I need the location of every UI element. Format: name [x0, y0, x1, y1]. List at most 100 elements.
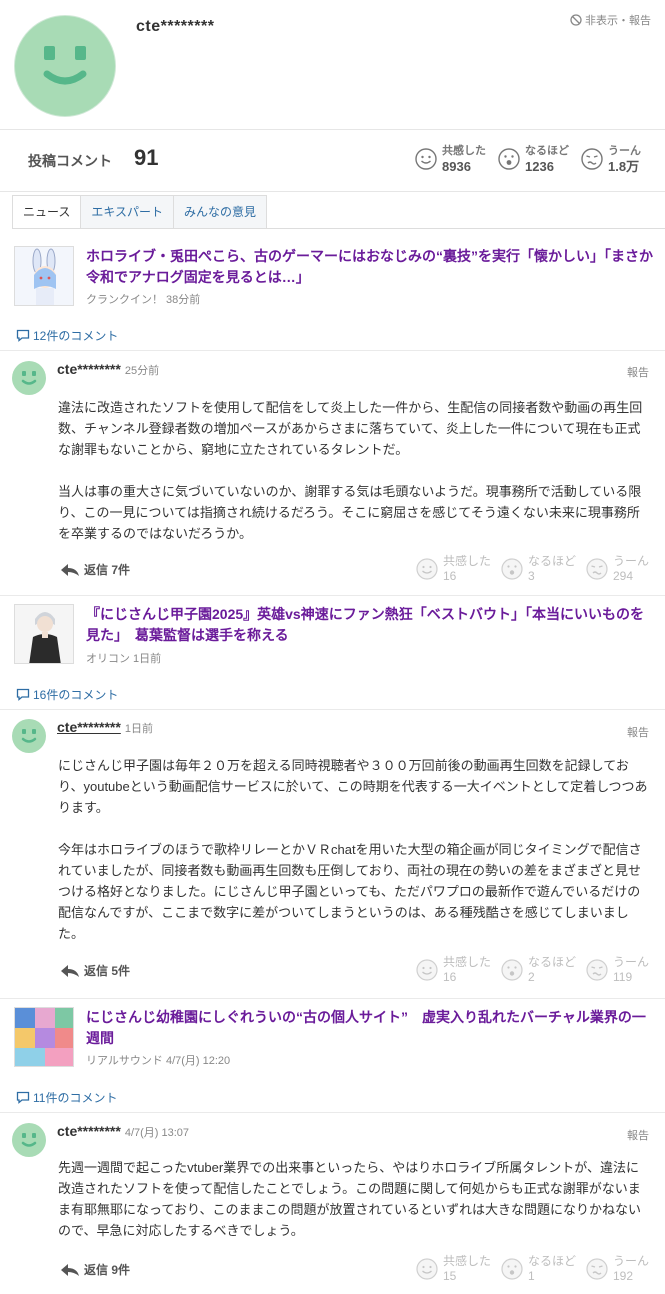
naruhodo-count: 2 — [527, 970, 535, 984]
speech-bubble-icon — [16, 1091, 30, 1104]
smile-face-icon — [416, 1258, 438, 1280]
article-thumbnail[interactable] — [14, 246, 74, 306]
uun-count: 119 — [612, 970, 633, 984]
comment-time: 4/7(月) 13:07 — [124, 1127, 190, 1139]
empathy-label: 共感した — [442, 1254, 491, 1268]
empathy-count: 15 — [442, 1269, 457, 1283]
reply-button[interactable]: 返信 5件 — [60, 962, 130, 979]
username[interactable]: cte******** — [136, 18, 214, 36]
hide-report-link[interactable]: 非表示・報告 — [570, 12, 651, 28]
article-item[interactable]: ホロライブ・兎田ぺこら、古のゲーマーにはおなじみの“裏技”を実行「懐かしい」「ま… — [14, 246, 654, 308]
avatar[interactable] — [12, 1123, 46, 1157]
smile-face-icon — [416, 558, 438, 580]
post-count: 91 — [134, 145, 159, 170]
naruhodo-count: 1236 — [525, 159, 554, 174]
reply-arrow-icon — [61, 964, 79, 977]
smiley-avatar-icon — [21, 1133, 37, 1147]
comment-item: cte******** 4/7(月) 13:07 報告 先週一週間で起こったvtu… — [0, 1120, 665, 1290]
divider — [0, 998, 665, 999]
comment-username-text[interactable]: cte******** — [57, 719, 121, 735]
comment-item: cte******** 1日前 報告 にじさんじ甲子園は毎年２０万を超える同時視聴… — [0, 716, 665, 996]
comment-reactions: 共感した 16 なるほど 3 うーん 294 — [416, 554, 649, 584]
avatar[interactable] — [12, 361, 46, 395]
article-item[interactable]: 『にじさんじ甲子園2025』英雄vs神速にファン熱狂「ベストバウト」「本当にいい… — [14, 604, 654, 666]
comments-link-label: 16件のコメント — [33, 688, 119, 702]
uun-count: 192 — [612, 1269, 634, 1283]
tabs-divider — [12, 228, 665, 229]
empathy-label: 共感した — [442, 145, 486, 157]
article-source: オリコン 1日前 — [86, 653, 162, 665]
stats-bar: 投稿コメント 91 共感した 8936 なるほど 1236 うーん 1.8万 — [0, 130, 665, 192]
smiley-avatar-icon — [21, 729, 37, 743]
empathy-button[interactable]: 共感した 16 — [416, 955, 491, 985]
naruhodo-label: なるほど — [525, 145, 569, 157]
reply-button[interactable]: 返信 9件 — [60, 1261, 130, 1278]
empathy-button[interactable]: 共感した 15 — [416, 1254, 491, 1284]
comment-username[interactable]: cte******** 4/7(月) 13:07 — [57, 1123, 189, 1140]
total-uun: うーん 1.8万 — [581, 144, 641, 174]
reply-label: 返信 7件 — [84, 563, 131, 577]
smile-face-icon — [415, 148, 437, 170]
comment-body: 違法に改造されたソフトを使用して配信をして炎上した一件から、生配信の同接者数や動… — [58, 400, 643, 541]
comments-link[interactable]: 16件のコメント — [16, 686, 118, 703]
speech-bubble-icon — [16, 329, 30, 342]
article-title[interactable]: ホロライブ・兎田ぺこら、古のゲーマーにはおなじみの“裏技”を実行「懐かしい」「ま… — [86, 246, 654, 288]
naruhodo-button[interactable]: なるほど 1 — [501, 1254, 576, 1284]
article-item[interactable]: にじさんじ幼稚園にしぐれういの“古の個人サイト” 虚実入り乱れたバーチャル業界の… — [14, 1007, 654, 1069]
comment-body: にじさんじ甲子園は毎年２０万を超える同時視聴者や３００万回前後の動画再生回数を記… — [58, 758, 648, 941]
post-count-label: 投稿コメント — [28, 153, 112, 169]
article-thumbnail[interactable] — [14, 604, 74, 664]
comments-link[interactable]: 12件のコメント — [16, 327, 118, 344]
avatar — [14, 15, 116, 117]
empathy-button[interactable]: 共感した 16 — [416, 554, 491, 584]
article-title[interactable]: 『にじさんじ甲子園2025』英雄vs神速にファン熱狂「ベストバウト」「本当にいい… — [86, 604, 654, 646]
empathy-count: 8936 — [442, 159, 471, 174]
comments-link[interactable]: 11件のコメント — [16, 1089, 117, 1106]
uun-label: うーん — [612, 955, 649, 969]
naruhodo-count: 3 — [527, 569, 535, 583]
naruhodo-button[interactable]: なるほど 2 — [501, 955, 576, 985]
reply-arrow-icon — [61, 563, 79, 576]
article-thumbnail-image — [15, 605, 73, 663]
uun-button[interactable]: うーん 119 — [586, 955, 649, 985]
empathy-label: 共感した — [442, 955, 491, 969]
report-link[interactable]: 報告 — [627, 364, 649, 380]
report-link[interactable]: 報告 — [627, 1127, 649, 1143]
article-title[interactable]: にじさんじ幼稚園にしぐれういの“古の個人サイト” 虚実入り乱れたバーチャル業界の… — [86, 1007, 654, 1049]
total-reactions: 共感した 8936 なるほど 1236 うーん 1.8万 — [415, 144, 641, 174]
uun-button[interactable]: うーん 192 — [586, 1254, 649, 1284]
uun-label: うーん — [612, 1254, 649, 1268]
report-link[interactable]: 報告 — [627, 724, 649, 740]
uun-button[interactable]: うーん 294 — [586, 554, 649, 584]
confused-face-icon — [581, 148, 603, 170]
divider — [0, 350, 665, 351]
reply-button[interactable]: 返信 7件 — [60, 561, 130, 578]
tab-news[interactable]: ニュース — [12, 195, 82, 229]
smile-face-icon — [416, 959, 438, 981]
comment-username[interactable]: cte******** 1日前 — [57, 719, 153, 736]
reply-arrow-icon — [61, 1263, 79, 1276]
confused-face-icon — [586, 1258, 608, 1280]
comment-item: cte******** 25分前 報告 違法に改造されたソフトを使用して配信をして… — [0, 358, 665, 598]
confused-face-icon — [586, 558, 608, 580]
article-thumbnail[interactable] — [14, 1007, 74, 1067]
divider — [0, 595, 665, 596]
naruhodo-button[interactable]: なるほど 3 — [501, 554, 576, 584]
comment-username[interactable]: cte******** 25分前 — [57, 361, 159, 378]
comment-time: 1日前 — [124, 723, 153, 735]
category-tabs: ニュース エキスパート みんなの意見 — [12, 195, 268, 229]
total-empathy: 共感した 8936 — [415, 144, 486, 174]
article-source: リアルサウンド 4/7(月) 12:20 — [86, 1055, 231, 1067]
comment-username-text[interactable]: cte******** — [57, 1123, 121, 1139]
confused-face-icon — [586, 959, 608, 981]
tab-opinion[interactable]: みんなの意見 — [174, 195, 268, 229]
empathy-label: 共感した — [442, 554, 491, 568]
comment-username-text[interactable]: cte******** — [57, 361, 121, 377]
speech-bubble-icon — [16, 688, 30, 701]
uun-label: うーん — [612, 554, 649, 568]
tab-expert[interactable]: エキスパート — [81, 195, 175, 229]
uun-count: 1.8万 — [608, 159, 640, 174]
surprised-face-icon — [501, 1258, 523, 1280]
avatar[interactable] — [12, 719, 46, 753]
hide-report-label: 非表示・報告 — [585, 15, 651, 27]
